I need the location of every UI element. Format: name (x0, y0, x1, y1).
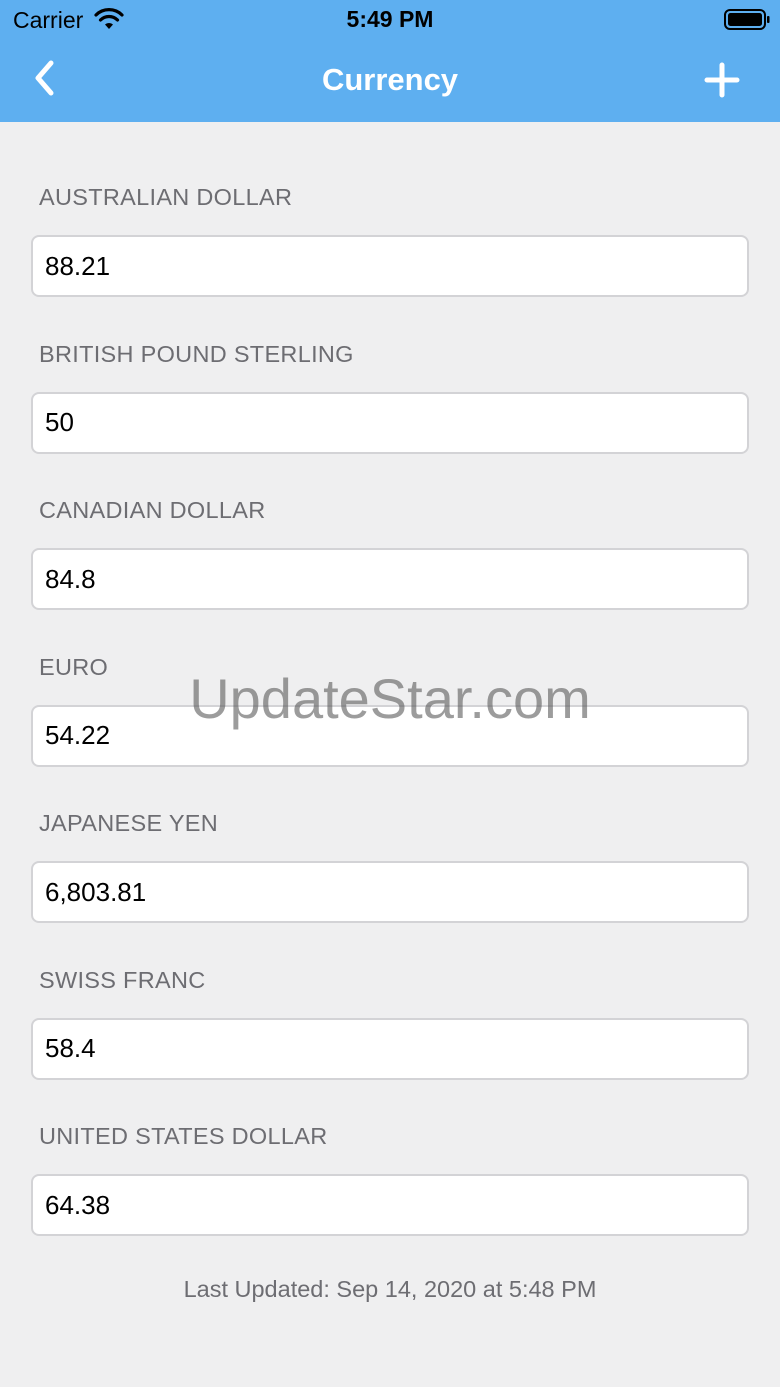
currency-label: JAPANESE YEN (39, 810, 219, 836)
currency-list: AUSTRALIAN DOLLAR BRITISH POUND STERLING… (0, 122, 780, 1236)
currency-label: UNITED STATES DOLLAR (39, 1123, 328, 1149)
currency-row-aud: AUSTRALIAN DOLLAR (0, 122, 780, 297)
currency-row-gbp: BRITISH POUND STERLING (0, 279, 780, 454)
currency-row-usd: UNITED STATES DOLLAR (0, 1061, 780, 1236)
battery-icon (724, 9, 770, 30)
add-currency-button[interactable] (698, 56, 746, 104)
navigation-bar: Currency (0, 40, 780, 122)
currency-row-chf: SWISS FRANC (0, 905, 780, 1080)
clock: 5:49 PM (346, 6, 434, 32)
currency-row-cad: CANADIAN DOLLAR (0, 435, 780, 610)
currency-amount-input[interactable] (31, 1174, 749, 1236)
currency-label: SWISS FRANC (39, 966, 206, 993)
status-bar: Carrier 5:49 PM (0, 0, 780, 40)
currency-row-jpy: JAPANESE YEN (0, 748, 780, 923)
last-updated-text: Last Updated: Sep 14, 2020 at 5:48 PM (183, 1276, 597, 1302)
currency-row-eur: EURO (0, 592, 780, 767)
currency-label: BRITISH POUND STERLING (39, 340, 354, 367)
currency-label: CANADIAN DOLLAR (39, 497, 266, 523)
plus-icon (704, 62, 740, 98)
header: Carrier 5:49 PM Currency (0, 0, 780, 122)
currency-label: AUSTRALIAN DOLLAR (39, 184, 293, 210)
currency-label: EURO (39, 653, 109, 680)
page-title: Currency (321, 62, 459, 97)
